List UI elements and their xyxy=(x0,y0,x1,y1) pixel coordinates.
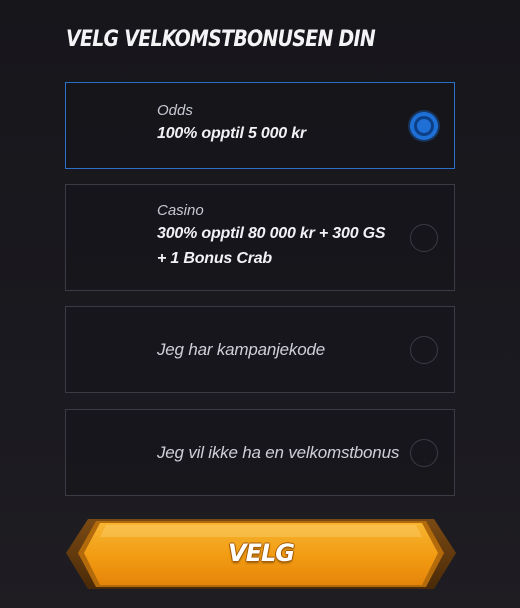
option-odds-value: 100% opptil 5 000 kr xyxy=(157,125,306,142)
option-casino-text: Casino 300% opptil 80 000 kr + 300 GS + … xyxy=(157,201,386,271)
select-button[interactable]: VELG xyxy=(66,517,456,593)
page-title: VELG VELKOMSTBONUSEN DIN xyxy=(66,27,376,52)
radio-button[interactable] xyxy=(410,336,438,364)
option-casino-label: Casino xyxy=(157,202,204,219)
bonus-option-casino[interactable]: Casino 300% opptil 80 000 kr + 300 GS + … xyxy=(65,184,455,291)
option-casino-value-line1: 300% opptil 80 000 kr + 300 GS xyxy=(157,225,386,242)
option-odds-text: Odds 100% opptil 5 000 kr xyxy=(157,101,306,146)
select-button-label: VELG xyxy=(228,539,295,567)
option-odds-label: Odds xyxy=(157,102,193,119)
radio-button[interactable] xyxy=(410,439,438,467)
option-campaign-code-text: Jeg har kampanjekode xyxy=(157,340,326,359)
radio-button[interactable] xyxy=(410,224,438,252)
bonus-option-odds[interactable]: Odds 100% opptil 5 000 kr xyxy=(65,82,455,169)
bonus-option-campaign-code[interactable]: Jeg har kampanjekode xyxy=(65,306,455,393)
option-casino-value-line2: + 1 Bonus Crab xyxy=(157,250,273,267)
radio-button-selected[interactable] xyxy=(410,112,438,140)
option-no-bonus-text: Jeg vil ikke ha en velkomstbonus xyxy=(157,443,400,462)
bonus-option-no-bonus[interactable]: Jeg vil ikke ha en velkomstbonus xyxy=(65,409,455,496)
